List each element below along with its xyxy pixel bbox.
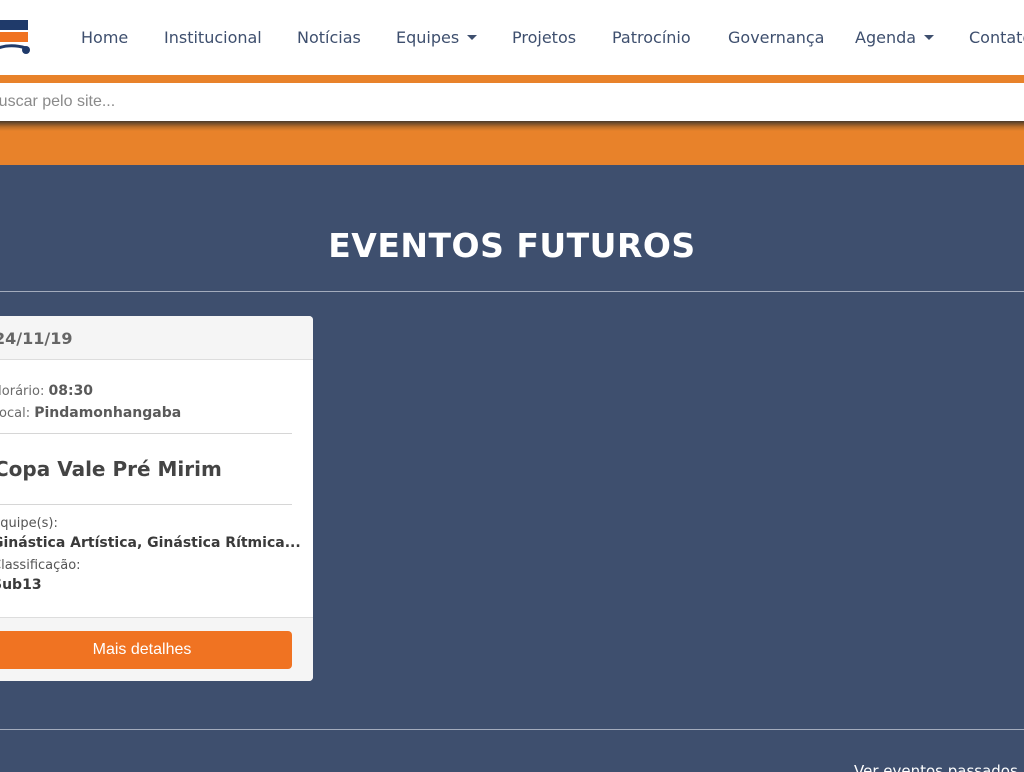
section-divider-top bbox=[0, 291, 1024, 292]
nav-equipes-dropdown[interactable]: Equipes bbox=[396, 28, 478, 47]
event-card-header: 24/11/19 bbox=[0, 316, 313, 360]
orange-stripe bbox=[0, 75, 1024, 83]
section-title: EVENTOS FUTUROS bbox=[328, 226, 696, 265]
top-navbar: Home Institucional Notícias Equipes Proj… bbox=[0, 0, 1024, 76]
nav-contato[interactable]: Contato bbox=[969, 28, 1024, 47]
nav-agenda-dropdown[interactable]: Agenda bbox=[855, 28, 935, 47]
nav-home[interactable]: Home bbox=[81, 28, 128, 47]
event-place-label: Local: bbox=[0, 406, 31, 421]
card-divider bbox=[0, 433, 292, 434]
site-logo[interactable] bbox=[0, 12, 32, 58]
event-time-row: Horário: 08:30 bbox=[0, 383, 93, 399]
search-input[interactable] bbox=[0, 83, 1024, 121]
event-teams-label: Equipe(s): bbox=[0, 516, 58, 531]
nav-projetos[interactable]: Projetos bbox=[512, 28, 576, 47]
nav-patrocinio[interactable]: Patrocínio bbox=[612, 28, 691, 47]
event-place: Pindamonhangaba bbox=[34, 405, 182, 421]
search-bar bbox=[0, 83, 1024, 121]
nav-agenda-label: Agenda bbox=[855, 28, 917, 47]
event-card-footer: Mais detalhes bbox=[0, 617, 313, 681]
details-button[interactable]: Mais detalhes bbox=[0, 631, 292, 669]
event-time: 08:30 bbox=[48, 383, 94, 399]
event-place-row: Local: Pindamonhangaba bbox=[0, 405, 181, 421]
event-card: 24/11/19 Horário: 08:30 Local: Pindamonh… bbox=[0, 316, 313, 681]
event-title: Copa Vale Pré Mirim bbox=[0, 457, 222, 481]
nav-governanca[interactable]: Governança bbox=[728, 28, 824, 47]
event-class: Sub13 bbox=[0, 577, 42, 593]
nav-noticias[interactable]: Notícias bbox=[297, 28, 361, 47]
caret-down-icon bbox=[924, 35, 935, 40]
event-teams: Ginástica Artística, Ginástica Rítmica..… bbox=[0, 535, 301, 551]
caret-down-icon bbox=[467, 35, 478, 40]
event-date: 24/11/19 bbox=[0, 329, 73, 348]
section-divider-bottom bbox=[0, 729, 1024, 730]
band-shadow bbox=[0, 121, 1024, 131]
event-class-label: Classificação: bbox=[0, 558, 81, 573]
card-divider bbox=[0, 504, 292, 505]
past-events-link[interactable]: Ver eventos passados bbox=[854, 762, 1018, 772]
nav-equipes-label: Equipes bbox=[396, 28, 460, 47]
nav-institucional[interactable]: Institucional bbox=[164, 28, 262, 47]
event-time-label: Horário: bbox=[0, 384, 45, 399]
